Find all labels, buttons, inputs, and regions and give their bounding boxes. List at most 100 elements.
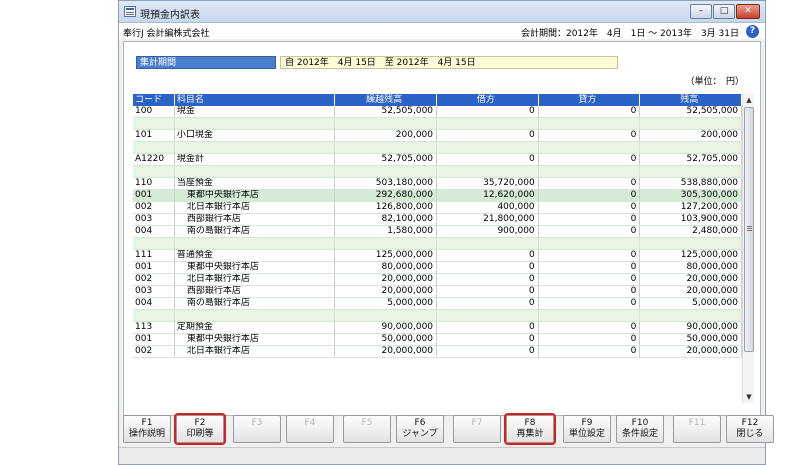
cell-carryover: 5,000,000 [335,298,437,309]
table-row[interactable]: 101 小口現金 200,000 0 0 200,000 [133,130,743,142]
fkey-f10-button[interactable]: F10 条件設定 [616,415,664,443]
cell-credit: 0 [539,130,641,141]
fkey-f6-button[interactable]: F6 ジャンプ [396,415,444,443]
cell-balance: 90,000,000 [640,322,743,333]
fkey-number: F11 [688,418,706,428]
fkey-f8-button[interactable]: F8 再集計 [504,413,556,445]
cell-debit: 0 [437,322,539,333]
cell-debit: 0 [437,130,539,141]
cell-account-name: 東都中央銀行本店 [175,262,336,273]
table-row[interactable]: 003 西部銀行本店 20,000,000 0 0 20,000,000 [133,286,742,298]
cell-credit [539,118,641,129]
fkey-label: 印刷等 [186,429,214,439]
cell-balance: 20,000,000 [640,274,742,285]
fkey-number: F4 [304,418,316,428]
cell-debit: 0 [437,106,539,117]
fkey-label: ジャンプ [402,429,438,439]
cell-balance: 103,900,000 [640,214,742,225]
table-row[interactable]: 002 北日本銀行本店 20,000,000 0 0 20,000,000 [133,346,742,358]
table-row[interactable]: 001 東都中央銀行本店 50,000,000 0 0 50,000,000 [133,334,742,346]
cell-debit: 21,800,000 [437,214,539,225]
cell-code: 002 [133,274,175,285]
unit-label: （単位： 円） [685,77,744,87]
cell-debit [437,238,539,249]
scroll-down-arrow-icon[interactable]: ▼ [743,391,755,403]
table-row[interactable]: 110 当座預金 503,180,000 35,720,000 0 538,880,000 [133,178,743,190]
cell-code: 001 [133,262,175,273]
column-header-debit[interactable]: 借方 [437,94,539,106]
fkey-f7-button: F7 [453,415,501,443]
cell-carryover: 292,680,000 [335,190,437,201]
cell-code: 003 [133,286,175,297]
cell-balance: 52,505,000 [640,106,743,117]
close-window-button[interactable]: ✕ [736,4,760,19]
cell-debit: 0 [437,298,539,309]
scrollbar-thumb[interactable] [744,107,754,352]
cell-carryover: 52,505,000 [335,106,438,117]
vertical-scrollbar[interactable]: ▲ ▼ [742,94,754,403]
cell-carryover: 20,000,000 [335,286,437,297]
table-row[interactable]: 100 現金 52,505,000 0 0 52,505,000 [133,106,743,118]
cell-account-name: 当座預金 [175,178,336,189]
minimize-button[interactable]: – [690,4,712,19]
cell-code [133,238,175,249]
fkey-f11-button: F11 [673,415,721,443]
maximize-button[interactable]: □ [713,4,735,19]
grip-icon [747,226,752,227]
help-icon[interactable]: ? [746,25,759,38]
cell-account-name: 小口現金 [175,130,336,141]
column-header-code[interactable]: コード [133,94,175,106]
cell-balance [640,166,743,177]
cell-credit: 0 [539,178,641,189]
fkey-label: 操作説明 [128,429,165,439]
table-row[interactable]: 002 北日本銀行本店 126,800,000 400,000 0 127,200,000 [133,202,742,214]
fkey-number: F8 [524,418,536,428]
cell-balance [640,238,743,249]
table-row[interactable]: 113 定期預金 90,000,000 0 0 90,000,000 [133,322,743,334]
cell-carryover: 126,800,000 [335,202,437,213]
cell-credit [539,310,641,321]
table-row[interactable]: 003 西部銀行本店 82,100,000 21,800,000 0 103,900,00… [133,214,742,226]
cell-credit: 0 [539,214,641,225]
fkey-label: 再集計 [516,429,544,439]
cell-balance [640,118,743,129]
cell-account-name [175,310,336,321]
cell-balance: 305,300,000 [640,190,742,201]
title-bar[interactable]: 現預金内訳表 – □ ✕ [119,1,765,23]
cell-balance [640,142,743,153]
column-header-credit[interactable]: 貸方 [539,94,641,106]
table-row[interactable]: 002 北日本銀行本店 20,000,000 0 0 20,000,000 [133,274,742,286]
table-row[interactable]: A1220 現金計 52,705,000 0 0 52,705,000 [133,154,743,166]
cell-code: 003 [133,214,175,225]
fkey-f1-button[interactable]: F1 操作説明 [123,415,171,443]
table-row[interactable]: 111 普通預金 125,000,000 0 0 125,000,000 [133,250,743,262]
cell-account-name: 北日本銀行本店 [175,274,336,285]
cell-account-name: 普通預金 [175,250,336,261]
fkey-f12-button[interactable]: F12 閉じる [726,415,774,443]
cell-debit [437,118,539,129]
cell-debit: 35,720,000 [437,178,539,189]
table-row[interactable]: 001 東都中央銀行本店 292,680,000 12,620,000 0 305,300… [133,190,742,202]
cell-balance: 20,000,000 [640,286,742,297]
cell-balance: 80,000,000 [640,262,742,273]
cell-carryover: 90,000,000 [335,322,438,333]
cell-code: 002 [133,202,175,213]
cell-account-name: 西部銀行本店 [175,286,336,297]
fkey-f9-button[interactable]: F9 単位設定 [563,415,611,443]
cell-credit: 0 [539,322,641,333]
table-row[interactable]: 004 南の島銀行本店 5,000,000 0 0 5,000,000 [133,298,742,310]
fkey-label: 単位設定 [568,429,605,439]
table-row[interactable]: 001 東都中央銀行本店 80,000,000 0 0 80,000,000 [133,262,742,274]
fkey-f2-button[interactable]: F2 印刷等 [174,413,226,445]
column-header-account[interactable]: 科目名 [175,94,336,106]
column-header-balance[interactable]: 残高 [640,94,743,106]
spacer-row [133,238,743,250]
table-row[interactable]: 004 南の島銀行本店 1,580,000 900,000 0 2,480,000 [133,226,742,238]
cell-code: 100 [133,106,175,117]
cell-debit [437,142,539,153]
cell-balance: 125,000,000 [640,250,743,261]
scroll-up-arrow-icon[interactable]: ▲ [743,94,755,106]
cell-balance: 5,000,000 [640,298,742,309]
cell-account-name [175,238,336,249]
column-header-carryover[interactable]: 繰越残高 [335,94,438,106]
